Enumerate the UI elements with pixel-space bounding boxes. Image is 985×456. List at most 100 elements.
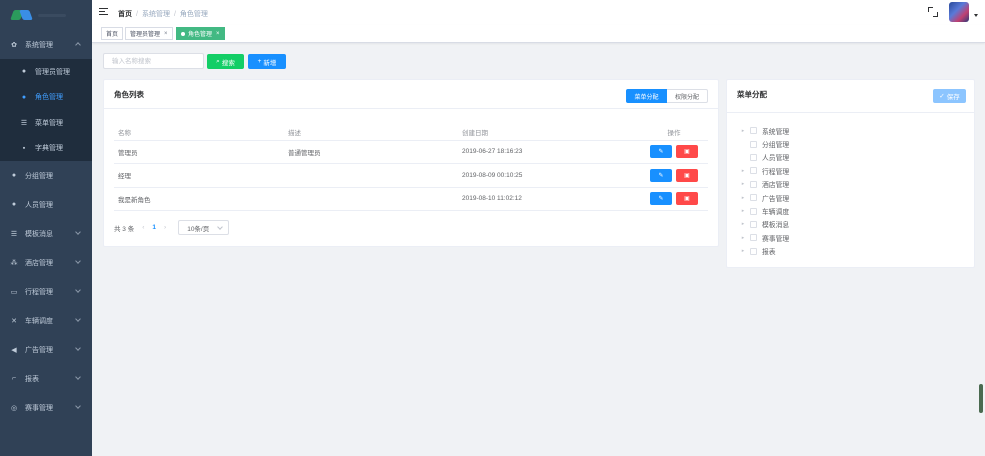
- caret-right-icon[interactable]: ▸: [740, 181, 746, 187]
- tree-node[interactable]: ▸ 报表: [740, 245, 789, 258]
- tree-checkbox[interactable]: [750, 140, 757, 148]
- book-icon: ▪: [22, 144, 26, 152]
- hamburger-icon[interactable]: [99, 8, 108, 16]
- tree-checkbox[interactable]: [750, 247, 757, 255]
- sidebar-item-menu[interactable]: ☰ 菜单管理: [0, 110, 92, 136]
- plus-icon: +: [257, 58, 262, 65]
- tree-checkbox[interactable]: [750, 153, 757, 161]
- breadcrumb-item[interactable]: 首页: [118, 11, 132, 18]
- chevron-right-icon[interactable]: ›: [164, 224, 166, 231]
- sidebar-item-label: 酒店管理: [25, 259, 53, 267]
- caret-right-icon[interactable]: ▸: [740, 248, 746, 254]
- role-desc: [288, 163, 462, 188]
- menu-tree: ▸ 系统管理 分组管理 人员管理 ▸ 行程管理 ▸ 酒店管理 ▸ 广告管理 ▸ 车辆调度 ▸ 模板消息 ▸ 赛…: [740, 124, 789, 258]
- edit-button[interactable]: ✎: [650, 192, 672, 206]
- close-icon[interactable]: ×: [164, 31, 168, 37]
- chevron-down-icon: [75, 258, 81, 264]
- tag-role[interactable]: 角色管理 ×: [176, 27, 225, 40]
- sidebar-item-dict[interactable]: ▪ 字典管理: [0, 136, 92, 162]
- caret-right-icon[interactable]: ▸: [740, 168, 746, 174]
- caret-right-icon[interactable]: ▸: [740, 128, 746, 134]
- pager-current[interactable]: 1: [152, 224, 156, 231]
- assign-toggle: 菜单分配 权限分配: [626, 89, 708, 103]
- search-input[interactable]: [103, 53, 204, 69]
- permission-assign-tab[interactable]: 权限分配: [667, 89, 708, 103]
- tree-node[interactable]: ▸ 行程管理: [740, 164, 789, 177]
- add-button[interactable]: + 新增: [248, 54, 286, 69]
- caret-right-icon[interactable]: ▸: [740, 195, 746, 201]
- logo[interactable]: [0, 0, 92, 30]
- sidebar-item-role[interactable]: ● 角色管理: [0, 85, 92, 111]
- role-name: 经理: [114, 163, 288, 188]
- delete-button[interactable]: ▣: [676, 192, 698, 206]
- chevron-down-icon: [75, 316, 81, 322]
- search-icon: ⌕: [216, 57, 220, 65]
- logo-icon: [12, 8, 34, 22]
- caret-right-icon[interactable]: ▸: [740, 235, 746, 241]
- tree-checkbox[interactable]: [750, 234, 757, 242]
- sidebar-item-template[interactable]: ☰ 模板消息: [0, 219, 92, 248]
- tree-icon: ⁂: [10, 259, 18, 267]
- calendar-icon: ▭: [10, 288, 18, 296]
- edit-icon: ✎: [658, 149, 664, 156]
- table-row[interactable]: 管理员 普通管理员 2019-06-27 18:16:23 ✎ ▣: [114, 140, 708, 164]
- role-name: 管理员: [114, 140, 288, 164]
- tree-checkbox[interactable]: [750, 194, 757, 202]
- sidebar-item-label: 字典管理: [35, 145, 63, 153]
- sidebar-item-vehicle[interactable]: ✕ 车辆调度: [0, 306, 92, 335]
- edit-button[interactable]: ✎: [650, 168, 672, 182]
- user-icon: ●: [11, 201, 17, 208]
- tree-node[interactable]: ▸ 酒店管理: [740, 178, 789, 191]
- tree-checkbox[interactable]: [750, 207, 757, 215]
- tree-node[interactable]: ▸ 车辆调度: [740, 204, 789, 217]
- edit-button[interactable]: ✎: [650, 145, 672, 159]
- tree-checkbox[interactable]: [750, 180, 757, 188]
- active-dot-icon: [181, 31, 185, 36]
- save-button[interactable]: ✓ 保存: [933, 89, 966, 103]
- edit-icon: ✎: [658, 172, 664, 179]
- search-button-label: 搜索: [221, 59, 235, 67]
- tag-admin[interactable]: 管理员管理 ×: [125, 27, 173, 40]
- sidebar-item-hotel[interactable]: ⁂ 酒店管理: [0, 248, 92, 277]
- table-row[interactable]: 我是新角色 2019-08-10 11:02:12 ✎ ▣: [114, 187, 708, 211]
- page-size-select[interactable]: 10条/页: [178, 220, 230, 235]
- tree-node[interactable]: 人员管理: [740, 151, 789, 164]
- tree-checkbox[interactable]: [750, 127, 757, 135]
- delete-button[interactable]: ▣: [676, 168, 698, 182]
- sidebar-item-label: 角色管理: [35, 94, 63, 102]
- list-icon: ☰: [20, 119, 28, 127]
- caret-right-icon[interactable]: ▸: [740, 208, 746, 214]
- breadcrumb-item: 系统管理: [141, 11, 170, 18]
- fullscreen-icon[interactable]: [928, 7, 938, 17]
- sidebar-item-system[interactable]: ✿ 系统管理: [0, 30, 92, 59]
- scrollbar-thumb[interactable]: [979, 384, 983, 413]
- trash-icon: ▣: [684, 149, 690, 156]
- avatar[interactable]: [949, 2, 969, 22]
- tag-home[interactable]: 首页: [101, 27, 124, 40]
- sidebar-item-event[interactable]: ◎ 赛事管理: [0, 393, 92, 422]
- tree-node[interactable]: ▸ 系统管理: [740, 124, 789, 137]
- tree-checkbox[interactable]: [750, 167, 757, 175]
- search-button[interactable]: ⌕ 搜索: [207, 54, 244, 69]
- sidebar-item-trip[interactable]: ▭ 行程管理: [0, 277, 92, 306]
- sidebar-item-report[interactable]: ⌐ 报表: [0, 364, 92, 393]
- table-row[interactable]: 经理 2019-08-09 00:10:25 ✎ ▣: [114, 163, 708, 188]
- close-icon[interactable]: ×: [216, 31, 220, 37]
- caret-right-icon[interactable]: ▸: [740, 221, 746, 227]
- sidebar-item-ads[interactable]: ◀ 广告管理: [0, 335, 92, 364]
- delete-button[interactable]: ▣: [676, 145, 698, 159]
- chevron-left-icon[interactable]: ‹: [142, 224, 144, 231]
- tree-node[interactable]: ▸ 广告管理: [740, 191, 789, 204]
- menu-assign-tab[interactable]: 菜单分配: [626, 89, 667, 103]
- sidebar-item-people[interactable]: ● 人员管理: [0, 190, 92, 219]
- tree-node[interactable]: ▸ 赛事管理: [740, 231, 789, 244]
- sidebar-item-label: 报表: [25, 375, 39, 383]
- tree-checkbox[interactable]: [750, 220, 757, 228]
- sidebar-item-label: 分组管理: [25, 172, 53, 180]
- tree-node[interactable]: 分组管理: [740, 137, 789, 150]
- caret-down-icon[interactable]: [974, 14, 978, 17]
- logo-text: [38, 13, 66, 17]
- tree-node[interactable]: ▸ 模板消息: [740, 218, 789, 231]
- sidebar-item-group[interactable]: ● 分组管理: [0, 161, 92, 190]
- sidebar-item-admin[interactable]: ● 管理员管理: [0, 59, 92, 85]
